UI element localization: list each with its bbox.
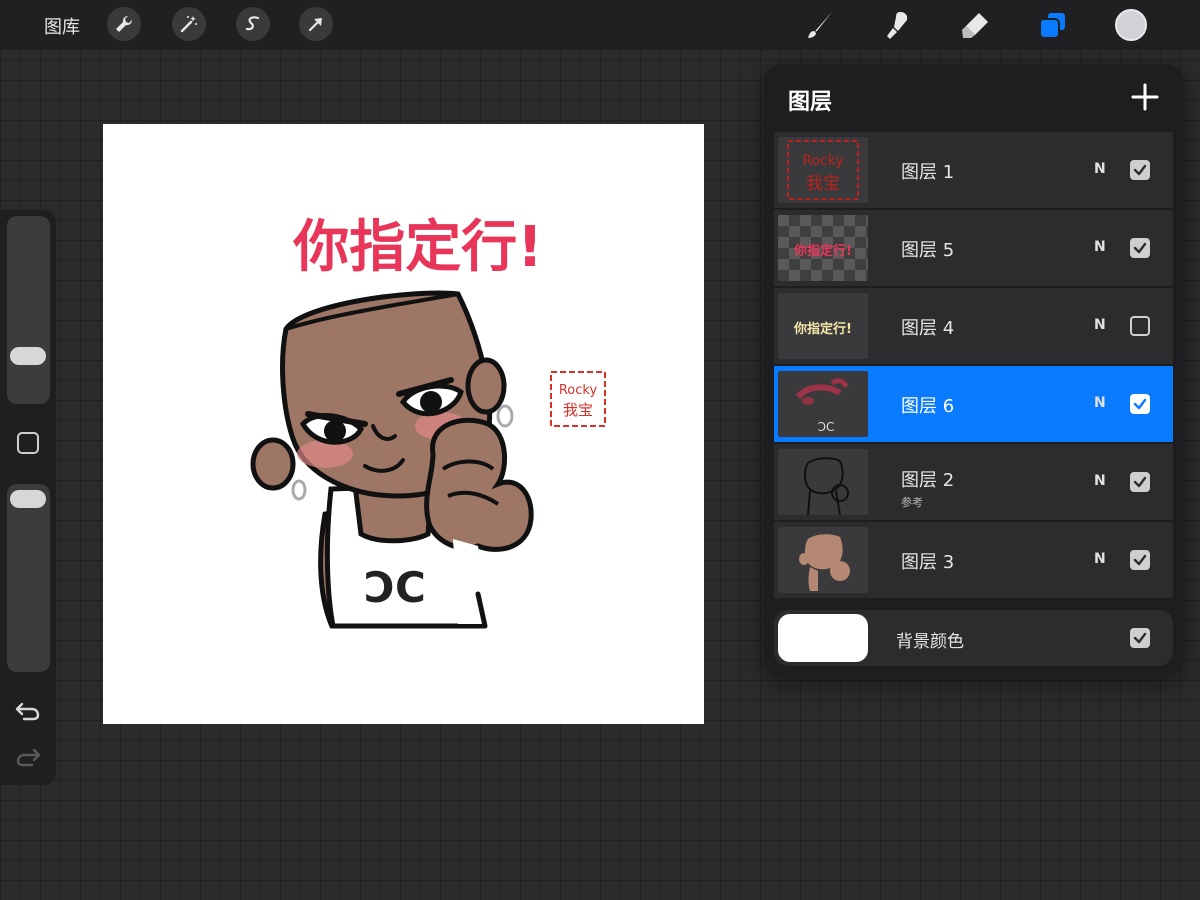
shirt-logo: ƆC — [364, 563, 426, 612]
layer-name: 图层 5 — [901, 240, 955, 261]
layer-row[interactable]: 图层 2 参考 N — [774, 444, 1173, 520]
blend-mode-button[interactable]: N — [1094, 317, 1106, 333]
layer-row-selected[interactable]: ƆC 图层 6 N — [774, 366, 1173, 442]
selection-button[interactable] — [236, 7, 270, 41]
visibility-checkbox[interactable] — [1130, 550, 1150, 570]
layers-icon — [1039, 11, 1067, 39]
adjustments-button[interactable] — [172, 7, 206, 41]
modify-button[interactable] — [17, 432, 39, 454]
layer-thumbnail: Rocky 我宝 — [778, 137, 868, 203]
blend-mode-button[interactable]: N — [1094, 161, 1106, 177]
stamp-name: Rocky — [559, 383, 598, 398]
transform-arrow-icon — [308, 18, 322, 32]
brush-size-slider[interactable] — [7, 216, 50, 404]
color-picker-button[interactable] — [1115, 9, 1147, 41]
svg-text:ƆC: ƆC — [818, 420, 835, 434]
transform-button[interactable] — [299, 7, 333, 41]
wrench-icon — [116, 15, 133, 33]
brush-size-handle[interactable] — [10, 347, 46, 365]
layers-button[interactable] — [1033, 5, 1073, 45]
blend-mode-button[interactable]: N — [1094, 395, 1106, 411]
layer-name: 图层 2 — [901, 470, 955, 491]
background-color-swatch[interactable] — [778, 614, 868, 662]
visibility-checkbox[interactable] — [1130, 238, 1150, 258]
opacity-handle[interactable] — [10, 490, 46, 508]
actions-button[interactable] — [107, 7, 141, 41]
layer-name: 图层 3 — [901, 552, 955, 573]
thumbnail-text: 我宝 — [806, 174, 840, 194]
checkmark-icon — [1133, 164, 1147, 176]
thumbnail-text: Rocky — [802, 153, 843, 169]
magic-wand-icon — [180, 16, 197, 33]
background-color-row[interactable]: 背景颜色 — [774, 610, 1173, 666]
fist — [424, 417, 534, 552]
layer-thumbnail — [778, 449, 868, 515]
layer-name: 图层 6 — [901, 396, 955, 417]
smudge-icon — [887, 12, 908, 39]
thumbnail-text: 你指定行! — [793, 321, 852, 337]
undo-icon[interactable] — [14, 698, 42, 722]
left-ear — [250, 437, 296, 491]
layer-name: 图层 1 — [901, 162, 955, 183]
visibility-checkbox[interactable] — [1130, 472, 1150, 492]
smudge-button[interactable] — [877, 5, 917, 45]
layer-row[interactable]: 你指定行! 图层 5 N — [774, 210, 1173, 286]
stamp-subtitle: 我宝 — [563, 401, 593, 419]
checkmark-icon — [1133, 476, 1147, 488]
eraser-icon — [962, 13, 988, 38]
selection-icon — [245, 16, 260, 31]
background-color-label: 背景颜色 — [896, 632, 964, 652]
blend-mode-button[interactable]: N — [1094, 239, 1106, 255]
reference-label: 参考 — [901, 496, 923, 509]
layer-thumbnail: ƆC — [778, 371, 868, 437]
visibility-checkbox[interactable] — [1130, 316, 1150, 336]
checkmark-icon — [1133, 632, 1147, 644]
blend-mode-button[interactable]: N — [1094, 473, 1106, 489]
visibility-checkbox[interactable] — [1130, 160, 1150, 180]
layers-panel: 图层 Rocky 我宝 图层 1 N 你指定行! 图层 5 N 你指定行! 图层… — [764, 64, 1184, 676]
layer-name: 图层 4 — [901, 318, 955, 339]
brush-icon — [808, 12, 832, 38]
add-layer-icon[interactable] — [1130, 82, 1160, 112]
gallery-button[interactable]: 图库 — [44, 13, 80, 39]
blend-mode-button[interactable]: N — [1094, 551, 1106, 567]
layer-thumbnail: 你指定行! — [778, 293, 868, 359]
layer-row[interactable]: 你指定行! 图层 4 N — [774, 288, 1173, 364]
layer-thumbnail: 你指定行! — [778, 215, 868, 281]
redo-icon[interactable] — [14, 744, 42, 768]
left-sidebar — [0, 210, 56, 785]
brush-button[interactable] — [800, 5, 840, 45]
layer-thumbnail — [778, 527, 868, 593]
layer-row[interactable]: 图层 3 N — [774, 522, 1173, 598]
artwork: 你指定行! Rocky 我宝 ƆC — [250, 215, 606, 629]
caption-text: 你指定行! — [292, 215, 543, 280]
top-toolbar: 图库 — [0, 0, 1200, 50]
checkmark-icon — [1133, 242, 1147, 254]
eraser-button[interactable] — [955, 5, 995, 45]
opacity-slider[interactable] — [7, 484, 50, 672]
right-ear — [465, 357, 507, 415]
visibility-checkbox[interactable] — [1130, 394, 1150, 414]
checkmark-icon — [1133, 554, 1147, 566]
thumbnail-text: 你指定行! — [793, 243, 852, 259]
layer-row[interactable]: Rocky 我宝 图层 1 N — [774, 132, 1173, 208]
layers-panel-title: 图层 — [788, 90, 833, 115]
visibility-checkbox[interactable] — [1130, 628, 1150, 648]
drawing-canvas[interactable]: 你指定行! Rocky 我宝 ƆC — [103, 124, 704, 724]
checkmark-icon — [1133, 398, 1147, 410]
